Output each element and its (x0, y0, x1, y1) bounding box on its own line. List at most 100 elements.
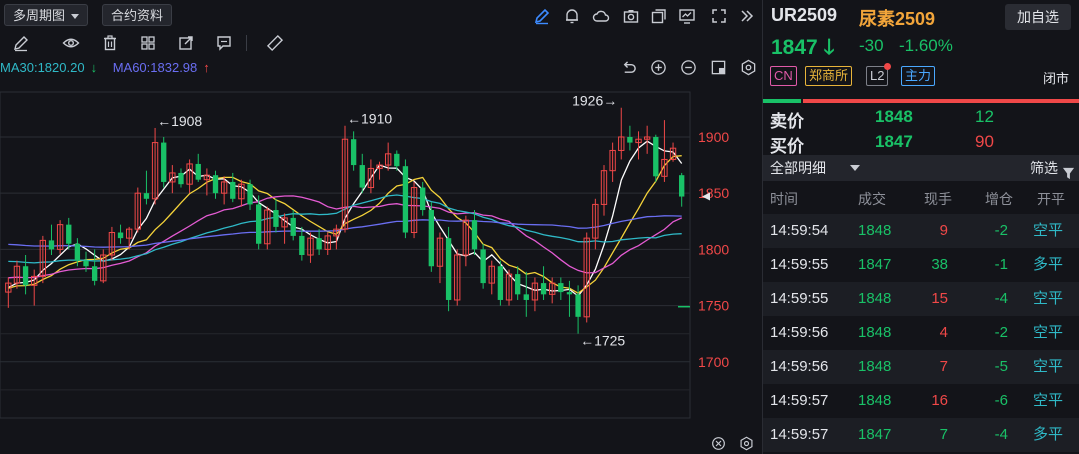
candle-body (359, 165, 365, 188)
candle-body (653, 136, 659, 177)
contract-info-button[interactable]: 合约资料 (102, 4, 173, 26)
candle (56, 220, 64, 254)
contract-code: UR2509 (771, 5, 838, 25)
candle-body (255, 204, 262, 244)
candlestick-chart[interactable]: ←1908 ←1910 1926→ ←1725 1900 1850 1800 1750 170… (0, 90, 761, 420)
market-status: 闭市 (1042, 71, 1069, 86)
extreme-price-label: ←1910 (347, 111, 392, 127)
tick-oi-change: -4 (994, 290, 1008, 307)
tick-qty: 4 (939, 324, 948, 341)
tick-type: 多平 (1033, 426, 1064, 443)
col-qty: 现手 (924, 191, 952, 207)
tick-row: 14:59:55 1847 38 -1 多平 (763, 248, 1079, 282)
candle (341, 125, 349, 233)
collapse-right-icon[interactable] (738, 7, 756, 25)
tick-qty: 7 (939, 426, 948, 443)
copy-window-icon[interactable] (650, 7, 668, 25)
tick-price: 1848 (858, 290, 892, 307)
candle (281, 213, 288, 244)
tick-row: 14:59:54 1848 9 -2 空平 (763, 214, 1079, 248)
tag-exchange: 郑商所 (805, 66, 853, 86)
camera-icon[interactable] (622, 7, 640, 25)
candle (117, 224, 124, 244)
detail-dropdown[interactable]: 全部明细 (770, 155, 826, 181)
chevron-down-icon[interactable] (850, 165, 860, 171)
tick-qty: 38 (931, 256, 948, 273)
zoom-in-icon[interactable] (650, 59, 667, 76)
candle (497, 260, 504, 306)
external-link-icon[interactable] (177, 34, 195, 52)
period-dropdown[interactable]: 多周期图 (4, 4, 89, 26)
candle (635, 131, 642, 160)
col-time: 时间 (770, 191, 798, 207)
window-layout-icon[interactable] (710, 59, 727, 76)
comment-icon[interactable] (215, 34, 233, 52)
cloud-icon[interactable] (592, 7, 610, 25)
draw-pen-icon[interactable] (533, 7, 551, 25)
candle-body (195, 163, 201, 180)
candle-body (679, 175, 685, 197)
candle (627, 125, 633, 151)
candle (600, 165, 608, 216)
col-type: 开平 (1037, 191, 1065, 207)
candle-body (91, 266, 98, 281)
candle-body (178, 172, 184, 185)
add-watchlist-button[interactable]: 加自选 (1005, 4, 1071, 30)
candle (420, 181, 426, 216)
grid-icon[interactable] (139, 34, 157, 52)
last-price: 1847 🡓 (771, 33, 834, 68)
price-change-pct: -1.60% (899, 36, 953, 55)
candle (324, 232, 331, 255)
candle-body (445, 238, 452, 300)
bid-price: 1847 (875, 132, 913, 151)
tick-price: 1848 (858, 222, 892, 239)
candle-body (48, 240, 55, 250)
tick-oi-change: -6 (994, 392, 1008, 409)
candle (376, 161, 383, 180)
tick-price: 1848 (858, 392, 892, 409)
tag-l2[interactable]: L2 (866, 63, 892, 86)
tick-oi-change: -1 (994, 256, 1008, 273)
candle (514, 266, 521, 300)
indicator-settings-icon[interactable] (739, 436, 754, 451)
ma30-label: MA30:1820.20 ↓ (0, 60, 98, 75)
candle-body (273, 210, 279, 227)
tick-qty: 16 (931, 392, 948, 409)
ma-legend: MA30:1820.20 ↓ MA60:1832.98 ↑ (0, 60, 222, 75)
arrow-down-icon: ↓ (90, 60, 98, 75)
tag-main-contract: 主力 (901, 66, 936, 86)
edit-pencil-icon[interactable] (12, 34, 30, 52)
close-circle-icon[interactable] (711, 436, 726, 451)
monitor-chart-icon[interactable] (678, 7, 696, 25)
candle (264, 206, 271, 250)
extreme-price-label: ←1908 (157, 113, 202, 129)
ruler-icon[interactable] (266, 34, 284, 52)
filter-button[interactable]: 筛选 (1030, 155, 1058, 181)
trash-icon[interactable] (101, 34, 119, 52)
y-tick-label: 1700 (698, 354, 729, 370)
tick-type: 空平 (1033, 324, 1064, 341)
candle-body (394, 153, 400, 167)
settings-gear-icon[interactable] (740, 59, 757, 76)
candle (436, 232, 444, 284)
zoom-out-icon[interactable] (680, 59, 697, 76)
eye-icon[interactable] (62, 34, 80, 52)
fullscreen-icon[interactable] (710, 7, 728, 25)
candle-body (627, 136, 633, 143)
candle (480, 243, 486, 289)
candle-body (420, 187, 426, 211)
filter-icon[interactable] (1062, 162, 1075, 188)
candle (384, 142, 392, 171)
candle-body (523, 294, 529, 300)
bell-icon[interactable] (563, 7, 581, 25)
undo-icon[interactable] (620, 59, 637, 76)
toolbar-divider (246, 35, 247, 51)
candle (471, 210, 478, 255)
candle (428, 202, 435, 272)
candle (91, 249, 98, 286)
candle-body (497, 266, 504, 300)
candle (108, 226, 116, 261)
tick-time: 14:59:54 (770, 222, 829, 239)
ask-row: 卖价 1848 12 (763, 107, 1079, 131)
candle-body (575, 294, 581, 317)
